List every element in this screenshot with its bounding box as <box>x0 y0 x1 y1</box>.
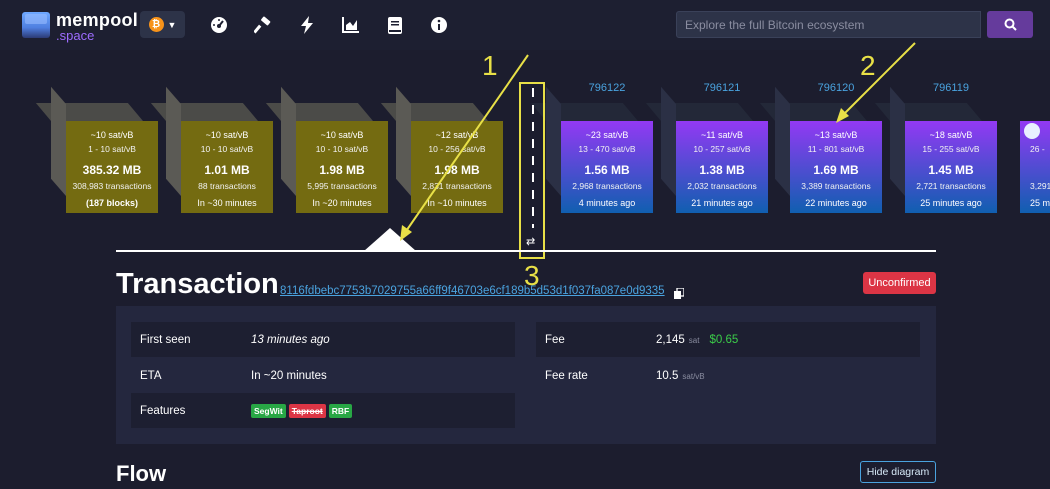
fee-rate-value-group: 10.5 sat/vB <box>656 370 705 382</box>
fee-rate-row: Fee rate 10.5 sat/vB <box>536 358 920 393</box>
features-badges: SegWit Taproot RBF <box>251 403 355 418</box>
fee-value-group: 2,145 sat $0.65 <box>656 334 738 346</box>
page-title: Transaction <box>116 268 279 300</box>
fee-rate-unit: sat/vB <box>682 371 705 381</box>
fee-label: Fee <box>545 333 565 346</box>
features-row: Features SegWit Taproot RBF <box>131 393 515 428</box>
fee-unit: sat <box>688 335 700 345</box>
fee-row: Fee 2,145 sat $0.65 <box>536 322 920 357</box>
feature-segwit-badge[interactable]: SegWit <box>251 403 286 418</box>
flow-section-title: Flow <box>116 461 167 486</box>
annotation-label-2: 2 <box>860 50 876 81</box>
first-seen-value: 13 minutes ago <box>251 333 330 346</box>
txid-link[interactable]: 8116fdbebc7753b7029755a66ff9f46703e6cf18… <box>280 285 665 297</box>
copy-icon[interactable] <box>674 286 685 304</box>
features-label: Features <box>140 404 186 417</box>
eta-label: ETA <box>140 369 162 382</box>
annotation-label-1: 1 <box>482 50 498 81</box>
status-badge: Unconfirmed <box>863 272 936 294</box>
eta-row: ETA In ~20 minutes <box>131 358 515 393</box>
feature-rbf-badge[interactable]: RBF <box>328 403 353 418</box>
fee-rate-value: 10.5 <box>656 369 679 382</box>
eta-value: In ~20 minutes <box>251 369 327 382</box>
first-seen-label: First seen <box>140 333 191 346</box>
fee-usd-value: $0.65 <box>709 333 739 346</box>
first-seen-row: First seen 13 minutes ago <box>131 322 515 357</box>
transaction-details: First seen 13 minutes ago ETA In ~20 min… <box>116 306 936 444</box>
fee-rate-label: Fee rate <box>545 369 588 382</box>
fee-value: 2,145 <box>656 333 685 346</box>
hide-diagram-button[interactable]: Hide diagram <box>860 461 936 483</box>
feature-taproot-badge[interactable]: Taproot <box>288 403 326 418</box>
